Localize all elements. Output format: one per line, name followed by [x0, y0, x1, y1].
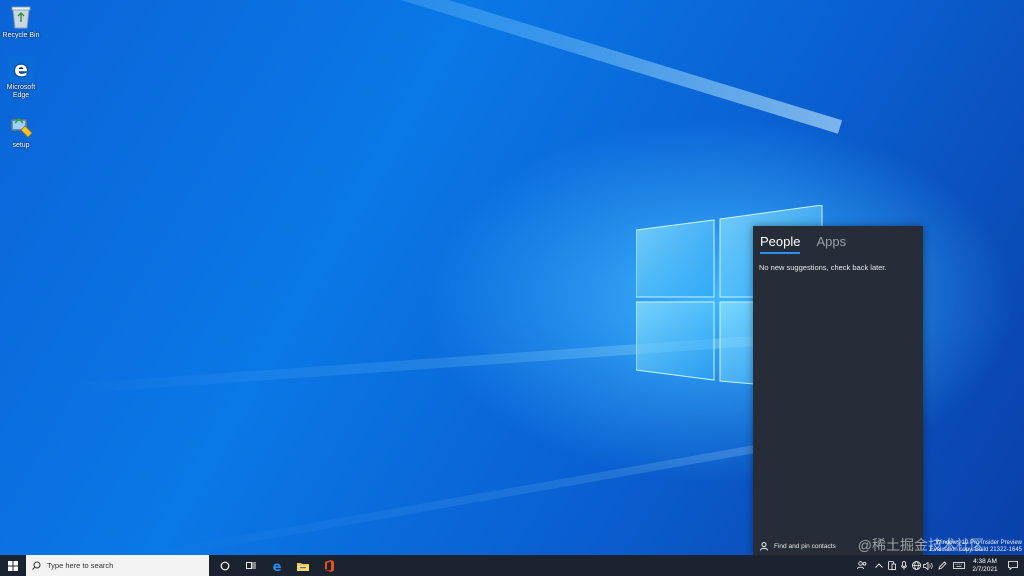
edge-icon: e: [273, 560, 282, 572]
volume-button[interactable]: [922, 555, 934, 576]
microphone-button[interactable]: [898, 555, 910, 576]
taskbar-search-box[interactable]: Type here to search: [26, 555, 209, 576]
desktop-icon-recycle-bin[interactable]: Recycle Bin: [2, 4, 40, 40]
tab-apps[interactable]: Apps: [816, 234, 846, 254]
pen-icon: [937, 561, 947, 570]
globe-icon: [911, 561, 921, 570]
light-beam: [149, 430, 841, 560]
people-panel-tabs: People Apps: [753, 226, 923, 254]
system-tray: 4:38 AM 2/7/2021: [852, 555, 1024, 576]
people-icon: [857, 561, 867, 570]
desktop: Recycle Bin e Microsoft Edge setup Peopl…: [0, 0, 1024, 576]
task-view-button[interactable]: [238, 555, 264, 576]
recycle-bin-icon: [8, 4, 34, 30]
start-button[interactable]: [0, 555, 26, 576]
task-view-icon: [245, 562, 255, 569]
keyboard-icon: [953, 562, 965, 569]
microphone-icon: [901, 561, 907, 570]
chevron-up-icon: [875, 563, 883, 568]
folder-icon: [297, 562, 309, 571]
taskbar-office-button[interactable]: [316, 555, 342, 576]
people-panel: People Apps No new suggestions, check ba…: [753, 226, 923, 555]
taskbar-file-explorer-button[interactable]: [290, 555, 316, 576]
desktop-icon-microsoft-edge[interactable]: e Microsoft Edge: [2, 56, 40, 100]
pen-workspace-button[interactable]: [934, 555, 950, 576]
tab-people[interactable]: People: [760, 234, 801, 254]
desktop-icon-label: Recycle Bin: [2, 32, 40, 39]
search-placeholder: Type here to search: [47, 561, 114, 570]
notification-icon: [1008, 561, 1018, 570]
find-and-pin-contacts-button[interactable]: Find and pin contacts: [760, 542, 836, 551]
person-icon: [760, 542, 768, 551]
people-button[interactable]: [852, 555, 872, 576]
speaker-icon: [923, 561, 933, 570]
find-and-pin-contacts-label: Find and pin contacts: [774, 543, 836, 550]
desktop-icon-setup[interactable]: setup: [2, 114, 40, 150]
clock[interactable]: 4:38 AM 2/7/2021: [968, 558, 1002, 574]
setup-icon: [8, 114, 34, 140]
taskbar: Type here to search e 4:38 AM 2/7/2021: [0, 555, 1024, 576]
suggestions-message: No new suggestions, check back later.: [759, 263, 887, 272]
phone-link-icon: [888, 561, 896, 570]
search-icon: [32, 561, 41, 570]
svg-text:e: e: [14, 57, 28, 81]
show-hidden-icons-button[interactable]: [872, 555, 886, 576]
windows-start-icon: [8, 560, 18, 571]
edge-icon: e: [8, 56, 34, 82]
clock-time: 4:38 AM: [973, 557, 997, 565]
tray-device-button[interactable]: [886, 555, 898, 576]
desktop-icon-label: Microsoft Edge: [6, 84, 36, 99]
office-icon: [324, 559, 334, 572]
light-beam: [149, 0, 843, 134]
network-button[interactable]: [910, 555, 922, 576]
site-watermark: @稀土掘金技术社区: [857, 537, 984, 553]
cortana-circle-icon: [220, 561, 230, 570]
cortana-button[interactable]: [212, 555, 238, 576]
taskbar-edge-button[interactable]: e: [264, 555, 290, 576]
svg-text:e: e: [273, 560, 282, 572]
desktop-icon-label: setup: [12, 142, 30, 149]
touch-keyboard-button[interactable]: [950, 555, 968, 576]
action-center-button[interactable]: [1002, 555, 1024, 576]
clock-date: 2/7/2021: [972, 565, 998, 573]
